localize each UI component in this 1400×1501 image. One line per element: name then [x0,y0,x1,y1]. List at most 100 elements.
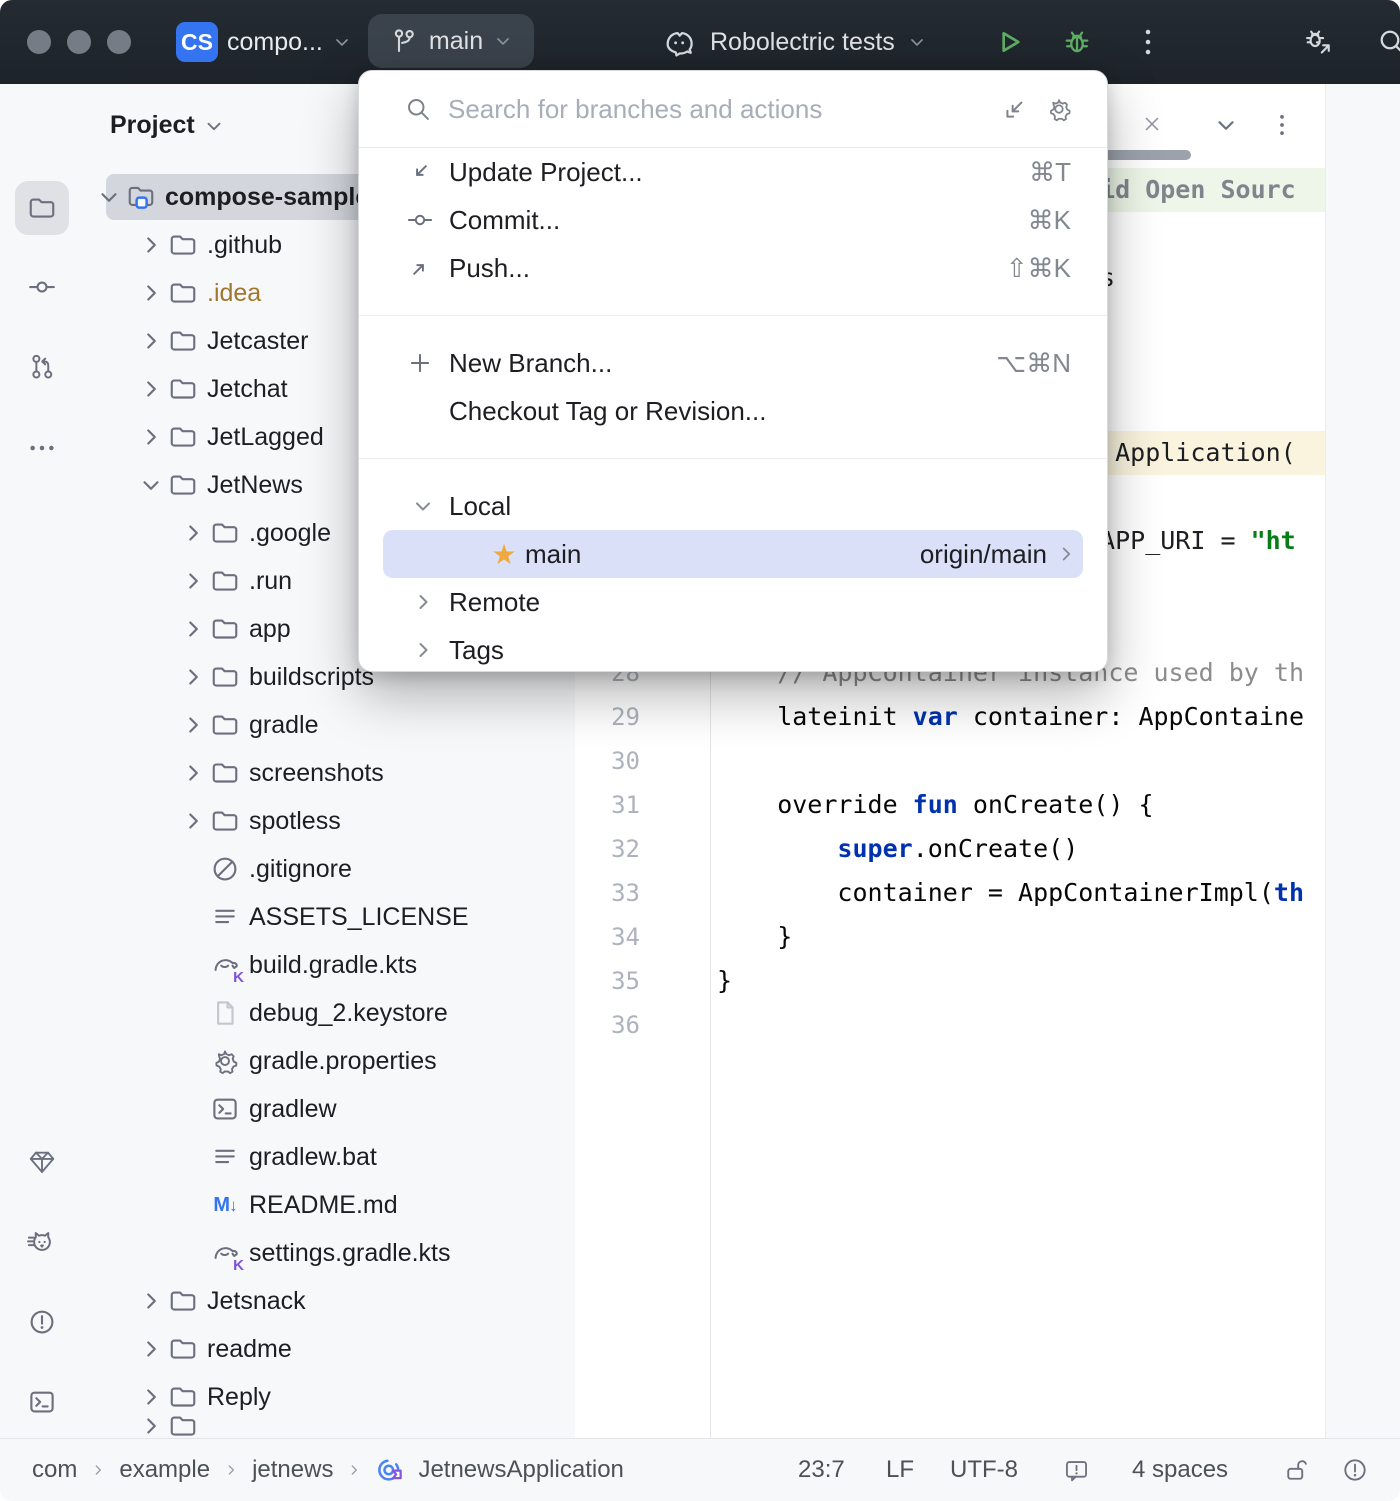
profiler-bug-icon[interactable] [1301,25,1333,57]
tree-item-build-gradle-kts[interactable]: Kbuild.gradle.kts [82,941,575,989]
chevron-right-icon[interactable] [138,1384,164,1410]
branch-group-tags[interactable]: Tags [359,626,1107,672]
code-line-31[interactable]: 31 override fun onCreate() { [575,783,1325,827]
breadcrumb-item-com[interactable]: com [32,1456,77,1484]
tree-item-gitignore[interactable]: .gitignore [82,845,575,893]
line-number[interactable]: 34 [575,915,640,959]
project-folder-icon[interactable] [27,193,57,223]
tree-item-settings-gradle-kts[interactable]: Ksettings.gradle.kts [82,1229,575,1277]
terminal-icon[interactable] [27,1387,57,1417]
chevron-right-icon[interactable] [138,424,164,450]
project-switcher[interactable]: CS compo... [176,21,352,63]
chevron-right-icon[interactable] [180,712,206,738]
breadcrumb-item-example[interactable]: example [119,1456,210,1484]
branch-group-local[interactable]: Local [359,482,1107,530]
chevron-right-icon[interactable] [138,1288,164,1314]
code-line-34[interactable]: 34 } [575,915,1325,959]
chevron-right-icon[interactable] [180,664,206,690]
line-number[interactable]: 29 [575,695,640,739]
gem-icon[interactable] [27,1147,57,1177]
tree-item-jetsnack[interactable]: Jetsnack [82,1277,575,1325]
tree-item-readme[interactable]: readme [82,1325,575,1373]
error-indicator-icon[interactable] [1341,1456,1369,1484]
tab-options-kebab[interactable] [1269,110,1295,140]
encoding[interactable]: UTF-8 [950,1439,1018,1501]
branch-widget[interactable]: main [368,14,534,68]
lock-open-icon[interactable] [1283,1456,1311,1484]
branch-search-input[interactable]: Search for branches and actions [448,94,985,125]
menu-item-new-branch[interactable]: New Branch...⌥⌘N [359,339,1107,387]
traffic-light-close[interactable] [27,30,51,54]
line-number[interactable]: 35 [575,959,640,1003]
more-tools-icon[interactable] [27,433,57,463]
more-actions-kebab[interactable] [1132,26,1164,58]
close-icon[interactable] [1141,113,1163,135]
tree-item-partial[interactable] [82,1421,575,1431]
branch-item-main[interactable]: ★mainorigin/main [383,530,1083,578]
chevron-right-icon[interactable] [138,376,164,402]
traffic-light-minimize[interactable] [67,30,91,54]
indent-setting[interactable]: 4 spaces [1132,1439,1228,1501]
breadcrumb-item-jetnewsapplication[interactable]: JetnewsApplication [418,1456,623,1484]
arrow-dl-icon [406,158,434,186]
line-number[interactable]: 33 [575,871,640,915]
chevron-down-icon[interactable] [96,184,122,210]
search-everywhere-icon[interactable] [1376,26,1400,58]
line-ending[interactable]: LF [886,1439,914,1501]
run-button[interactable] [993,26,1025,58]
pull-request-icon[interactable] [27,352,57,382]
tree-item-gradlew[interactable]: gradlew [82,1085,575,1133]
chevron-right-icon[interactable] [180,808,206,834]
chevron-down-icon[interactable] [411,494,435,518]
breadcrumb-item-jetnews[interactable]: jetnews [252,1456,333,1484]
code-line-36[interactable]: 36 [575,1003,1325,1047]
open-in-tool-window-icon[interactable] [1001,95,1029,123]
debug-button[interactable] [1061,26,1093,58]
tree-item-spotless[interactable]: spotless [82,797,575,845]
menu-item-commit[interactable]: Commit...⌘K [359,196,1107,244]
line-number[interactable]: 32 [575,827,640,871]
code-text: container = AppContainerImpl(th [717,871,1304,915]
chevron-right-icon[interactable] [411,638,435,662]
gear-icon[interactable] [1045,95,1073,123]
chevron-right-icon[interactable] [180,616,206,642]
menu-item-checkout-tag-or-revision[interactable]: Checkout Tag or Revision... [359,387,1107,435]
tree-item-assets-license[interactable]: ASSETS_LICENSE [82,893,575,941]
chevron-right-icon[interactable] [180,568,206,594]
tree-item-debug-2-keystore[interactable]: debug_2.keystore [82,989,575,1037]
line-number[interactable]: 36 [575,1003,640,1047]
chevron-right-icon[interactable] [411,590,435,614]
chevron-right-icon[interactable] [138,1413,164,1438]
code-line-33[interactable]: 33 container = AppContainerImpl(th [575,871,1325,915]
tree-item-readme-md[interactable]: M↓README.md [82,1181,575,1229]
chevron-right-icon[interactable] [180,760,206,786]
chevron-right-icon[interactable] [138,328,164,354]
menu-item-push[interactable]: Push...⇧⌘K [359,244,1107,292]
line-number[interactable]: 30 [575,739,640,783]
chevron-down-icon[interactable] [138,472,164,498]
code-line-30[interactable]: 30 [575,739,1325,783]
chevron-right-icon[interactable] [138,1336,164,1362]
line-number[interactable]: 31 [575,783,640,827]
chevron-right-icon[interactable] [138,232,164,258]
problems-icon[interactable] [27,1307,57,1337]
tree-item-screenshots[interactable]: screenshots [82,749,575,797]
commit-icon[interactable] [27,272,57,302]
code-line-35[interactable]: 35} [575,959,1325,1003]
project-view-selector[interactable]: Project [110,111,225,140]
caret-position[interactable]: 23:7 [798,1439,845,1501]
tree-item-gradle[interactable]: gradle [82,701,575,749]
dashing-cat-icon[interactable] [27,1227,57,1257]
tree-item-gradle-properties[interactable]: gradle.properties [82,1037,575,1085]
run-configuration-selector[interactable]: Robolectric tests [660,21,927,63]
inspection-balloon-icon[interactable] [1063,1457,1090,1484]
chevron-right-icon[interactable] [138,280,164,306]
chevron-down-icon[interactable] [1213,112,1239,138]
branch-group-remote[interactable]: Remote [359,578,1107,626]
code-line-29[interactable]: 29 lateinit var container: AppContaine [575,695,1325,739]
code-line-32[interactable]: 32 super.onCreate() [575,827,1325,871]
traffic-light-zoom[interactable] [107,30,131,54]
menu-item-update-project[interactable]: Update Project...⌘T [359,148,1107,196]
chevron-right-icon[interactable] [180,520,206,546]
tree-item-gradlew-bat[interactable]: gradlew.bat [82,1133,575,1181]
